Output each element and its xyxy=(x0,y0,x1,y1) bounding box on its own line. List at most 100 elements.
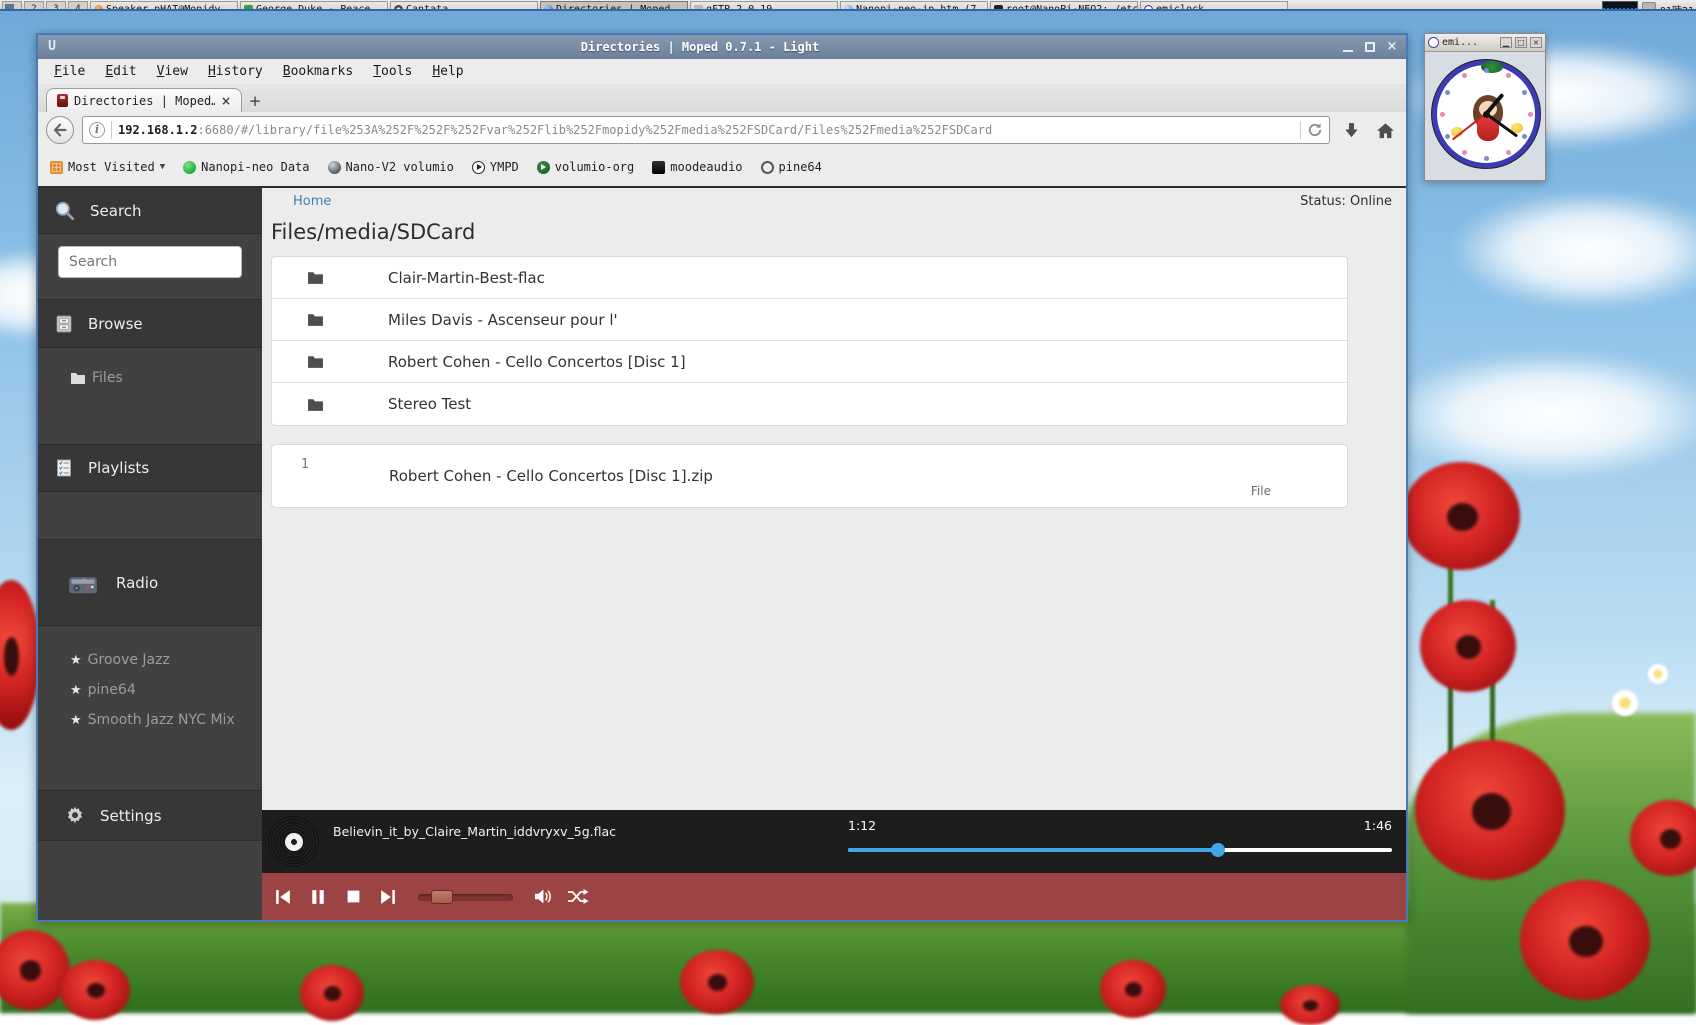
menu-edit[interactable]: Edit xyxy=(97,61,144,82)
folder-row-clair-martin[interactable]: Clair-Martin-Best-flac xyxy=(272,257,1347,299)
url-bar[interactable]: i 192.168.1.2:6680/#/library/file%253A%2… xyxy=(82,116,1330,144)
folder-row-robert-cohen[interactable]: Robert Cohen - Cello Concertos [Disc 1] xyxy=(272,341,1347,383)
clock-tick xyxy=(1484,156,1489,161)
cpu-monitor-graph xyxy=(1602,1,1638,11)
shuffle-button[interactable] xyxy=(567,888,589,906)
bookmark-ympd[interactable]: YMPD xyxy=(472,160,519,174)
seek-handle[interactable] xyxy=(1211,843,1225,857)
radio-section-label: Radio xyxy=(116,574,158,592)
station-smooth-jazz-nyc[interactable]: ★Smooth Jazz NYC Mix xyxy=(38,712,262,728)
file-name: Robert Cohen - Cello Concertos [Disc 1].… xyxy=(389,467,713,485)
sidebar-section-playlists[interactable]: Playlists xyxy=(38,445,262,492)
task-button-george-duke[interactable]: George Duke - Peace... xyxy=(240,1,388,11)
clock-tick xyxy=(1506,150,1511,155)
webpage-icon xyxy=(844,5,853,12)
folder-row-stereo-test[interactable]: Stereo Test xyxy=(272,383,1347,425)
status-badge: Status: Online xyxy=(1300,194,1392,209)
task-button-cantata[interactable]: Cantata xyxy=(390,1,538,11)
seek-slider[interactable] xyxy=(848,841,1392,859)
workspace-button-3[interactable]: 3 xyxy=(46,1,66,11)
folder-name: Clair-Martin-Best-flac xyxy=(388,269,545,287)
menu-view[interactable]: View xyxy=(149,61,196,82)
file-row-zip[interactable]: 1 Robert Cohen - Cello Concertos [Disc 1… xyxy=(272,445,1347,507)
folder-list-panel: Clair-Martin-Best-flac Miles Davis - Asc… xyxy=(271,256,1348,426)
sidebar-section-browse[interactable]: Browse xyxy=(38,300,262,348)
maximize-button[interactable] xyxy=(1362,40,1378,54)
home-button[interactable] xyxy=(1372,117,1398,143)
star-icon: ★ xyxy=(70,653,82,668)
menu-history[interactable]: History xyxy=(200,61,271,82)
tab-close-icon[interactable]: × xyxy=(221,94,231,108)
stop-button[interactable] xyxy=(342,888,364,906)
url-text[interactable]: 192.168.1.2:6680/#/library/file%253A%252… xyxy=(118,123,1294,137)
bookmark-nano-v2-volumio[interactable]: Nano-V2 volumio xyxy=(328,160,454,174)
menu-help[interactable]: Help xyxy=(424,61,471,82)
task-button-nanopi-page[interactable]: Nanopi-neo-jp.htm (7... xyxy=(840,1,988,11)
bookmark-moodeaudio[interactable]: moodeaudio xyxy=(652,160,742,174)
divider xyxy=(1300,121,1301,139)
clock-tick xyxy=(1528,112,1533,117)
bookmark-volumio-org[interactable]: volumio-org xyxy=(537,160,634,174)
station-pine64[interactable]: ★pine64 xyxy=(38,682,262,698)
search-input-area xyxy=(38,234,262,300)
emiclock-close-button[interactable]: × xyxy=(1530,37,1542,48)
tray-icon[interactable] xyxy=(1642,2,1656,11)
tab-label: Directories | Moped… xyxy=(74,94,215,108)
station-groove-jazz[interactable]: ★Groove Jazz xyxy=(38,652,262,668)
clock-tick xyxy=(1445,134,1450,139)
folder-row-miles-davis[interactable]: Miles Davis - Ascenseur pour l' xyxy=(272,299,1347,341)
menu-tools[interactable]: Tools xyxy=(365,61,420,82)
bookmark-nanopi-neo-data[interactable]: Nanopi-neo Data xyxy=(183,160,309,174)
skip-forward-icon xyxy=(378,889,398,905)
minimize-button[interactable] xyxy=(1340,40,1356,54)
volume-slider[interactable] xyxy=(418,890,513,904)
tab-directories[interactable]: Directories | Moped… × xyxy=(46,88,242,112)
progress-fill xyxy=(848,848,1218,852)
new-tab-button[interactable]: + xyxy=(242,90,268,112)
poppy-flower xyxy=(0,580,40,730)
bookmark-pine64[interactable]: pine64 xyxy=(761,160,822,174)
speaker-icon xyxy=(533,888,553,905)
bookmark-most-visited[interactable]: Most Visited▼ xyxy=(50,160,165,174)
task-button-terminal[interactable]: root@NanoPi-NEO2: /etc xyxy=(990,1,1138,11)
poppy-flower xyxy=(680,950,754,1014)
mute-button[interactable] xyxy=(532,888,554,906)
sidebar-section-settings[interactable]: Settings xyxy=(38,791,262,841)
download-button[interactable] xyxy=(1338,117,1364,143)
back-button[interactable] xyxy=(46,116,74,144)
window-titlebar[interactable]: U Directories | Moped 0.7.1 - Light × xyxy=(38,35,1406,59)
task-button-emiclock[interactable]: emiclock xyxy=(1140,1,1288,11)
download-icon xyxy=(1343,122,1360,139)
close-button[interactable]: × xyxy=(1384,40,1400,54)
next-button[interactable] xyxy=(377,888,399,906)
task-button-directories-active[interactable]: Directories | Moped... xyxy=(540,1,688,11)
clock-tick xyxy=(1445,90,1450,95)
site-info-icon[interactable]: i xyxy=(89,122,105,138)
folder-icon xyxy=(70,371,86,385)
pause-button[interactable] xyxy=(307,888,329,906)
sidebar-item-files[interactable]: Files xyxy=(38,370,262,386)
sidebar-section-radio[interactable]: Radio xyxy=(38,540,262,626)
reload-icon[interactable] xyxy=(1307,122,1323,138)
search-section-label: Search xyxy=(90,202,142,220)
sidebar-section-search[interactable]: Search xyxy=(38,188,262,234)
workspace-button-2[interactable]: 2 xyxy=(24,1,44,11)
workspace-button-1[interactable]: 1 xyxy=(2,1,22,11)
breadcrumb-home-link[interactable]: Home xyxy=(293,194,331,209)
task-button-gftp[interactable]: gFTP 2.0.19 xyxy=(690,1,838,11)
emiclock-minimize-button[interactable]: ▁ xyxy=(1500,37,1512,48)
task-button-speaker-phat[interactable]: Speaker pHAT@Mopidy... xyxy=(90,1,238,11)
divider xyxy=(111,121,112,139)
volume-handle[interactable] xyxy=(431,890,453,904)
firefox-icon xyxy=(94,5,103,12)
emiclock-titlebar[interactable]: emi... ▁ □ × xyxy=(1425,34,1545,52)
menu-bookmarks[interactable]: Bookmarks xyxy=(275,61,361,82)
previous-button[interactable] xyxy=(272,888,294,906)
workspace-button-4[interactable]: 4 xyxy=(68,1,88,11)
clock-tick xyxy=(1462,73,1467,78)
emiclock-maximize-button[interactable]: □ xyxy=(1515,37,1527,48)
search-input[interactable] xyxy=(58,246,242,278)
menu-file[interactable]: File xyxy=(46,61,93,82)
green-play-icon xyxy=(537,161,550,174)
radio-icon xyxy=(68,571,98,595)
